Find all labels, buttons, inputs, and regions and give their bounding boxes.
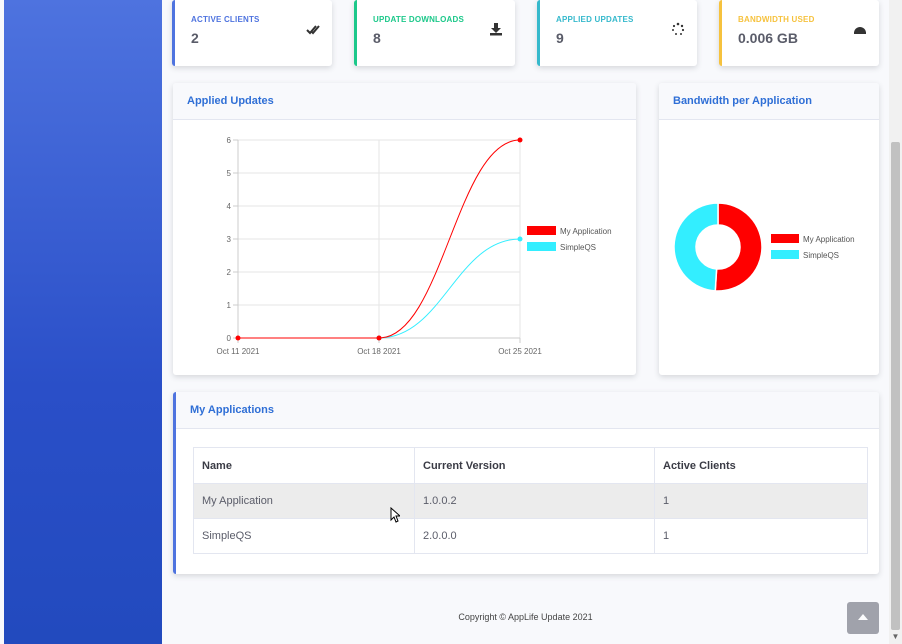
data-point[interactable]	[376, 335, 382, 341]
applied-updates-card: Applied Updates 0 1 2 3 4 5 6 Oct 11 2021 Oct 18…	[173, 83, 636, 375]
y-tick-label: 1	[227, 301, 232, 310]
footer-copyright: Copyright © AppLife Update 2021	[458, 612, 593, 622]
stat-card-active-clients: ACTIVE CLIENTS 2	[172, 0, 332, 66]
cell-version: 1.0.0.2	[414, 483, 655, 519]
stat-card-update-downloads: UPDATE DOWNLOADS 8	[354, 0, 515, 66]
card-title: My Applications	[190, 404, 274, 416]
table-header-row: Name Current Version Active Clients	[193, 447, 868, 484]
scroll-down-arrow-icon[interactable]: ▼	[889, 630, 902, 644]
legend-swatch	[527, 226, 556, 235]
stat-card-bandwidth-used: BANDWIDTH USED 0.006 GB	[719, 0, 879, 66]
stat-label: APPLIED UPDATES	[556, 15, 634, 24]
card-title: Applied Updates	[187, 95, 274, 107]
y-tick-label: 0	[227, 334, 232, 343]
mouse-cursor-icon	[390, 507, 400, 523]
spinner-icon	[672, 22, 685, 35]
data-point[interactable]	[517, 236, 523, 242]
cell-name[interactable]: SimpleQS	[193, 518, 415, 554]
legend-label[interactable]: SimpleQS	[560, 243, 596, 252]
card-header: Applied Updates	[173, 83, 636, 120]
cell-name[interactable]: My Application	[193, 483, 415, 519]
page-scrollbar[interactable]: ▼	[889, 0, 902, 644]
scrollbar-thumb[interactable]	[891, 142, 900, 630]
cell-active-clients: 1	[654, 518, 868, 554]
y-tick-label: 6	[227, 136, 232, 145]
gauge-icon	[854, 27, 866, 34]
applications-table: Name Current Version Active Clients My A…	[193, 447, 868, 554]
y-tick-label: 2	[227, 268, 232, 277]
table-row[interactable]: My Application 1.0.0.2 1	[193, 483, 868, 519]
legend-swatch	[771, 234, 799, 243]
donut-slice-simpleqs[interactable]	[673, 202, 719, 292]
data-point[interactable]	[517, 137, 523, 143]
stat-value: 8	[373, 30, 381, 46]
bandwidth-card: Bandwidth per Application My Application…	[659, 83, 879, 375]
table-row[interactable]: SimpleQS 2.0.0.0 1	[193, 518, 868, 554]
data-point[interactable]	[235, 335, 241, 341]
sidebar	[4, 0, 162, 644]
my-applications-card: My Applications Name Current Version Act…	[173, 392, 879, 574]
double-check-icon	[306, 25, 320, 35]
applied-updates-line-chart: 0 1 2 3 4 5 6 Oct 11 2021 Oct 18 2021 Oct 25 2021…	[217, 136, 612, 356]
card-header: My Applications	[176, 392, 879, 429]
chevron-up-icon	[858, 614, 868, 620]
cell-active-clients: 1	[654, 483, 868, 519]
download-icon	[490, 23, 502, 36]
x-tick-label: Oct 25 2021	[498, 347, 542, 356]
stat-value: 2	[191, 30, 199, 46]
y-tick-label: 3	[227, 235, 232, 244]
column-header-current-version[interactable]: Current Version	[414, 447, 655, 484]
stat-label: BANDWIDTH USED	[738, 15, 815, 24]
donut-slice-my-application[interactable]	[714, 202, 763, 292]
cell-version: 2.0.0.0	[414, 518, 655, 554]
column-header-active-clients[interactable]: Active Clients	[654, 447, 868, 484]
card-header: Bandwidth per Application	[659, 83, 879, 120]
legend-label[interactable]: My Application	[560, 227, 612, 236]
x-tick-label: Oct 18 2021	[357, 347, 401, 356]
legend-swatch	[527, 242, 556, 251]
card-title: Bandwidth per Application	[673, 95, 812, 107]
stat-card-applied-updates: APPLIED UPDATES 9	[537, 0, 697, 66]
column-header-name[interactable]: Name	[193, 447, 415, 484]
y-tick-label: 5	[227, 169, 232, 178]
legend-label[interactable]: SimpleQS	[803, 251, 839, 260]
stat-value: 9	[556, 30, 564, 46]
stat-value: 0.006 GB	[738, 30, 798, 46]
y-tick-label: 4	[227, 202, 232, 211]
stat-label: UPDATE DOWNLOADS	[373, 15, 465, 24]
x-tick-label: Oct 11 2021	[217, 347, 261, 356]
stat-label: ACTIVE CLIENTS	[191, 15, 260, 24]
scroll-to-top-button[interactable]	[847, 602, 879, 634]
legend-label[interactable]: My Application	[803, 235, 855, 244]
legend-swatch	[771, 250, 799, 259]
bandwidth-donut-chart: My Application SimpleQS	[673, 202, 855, 292]
